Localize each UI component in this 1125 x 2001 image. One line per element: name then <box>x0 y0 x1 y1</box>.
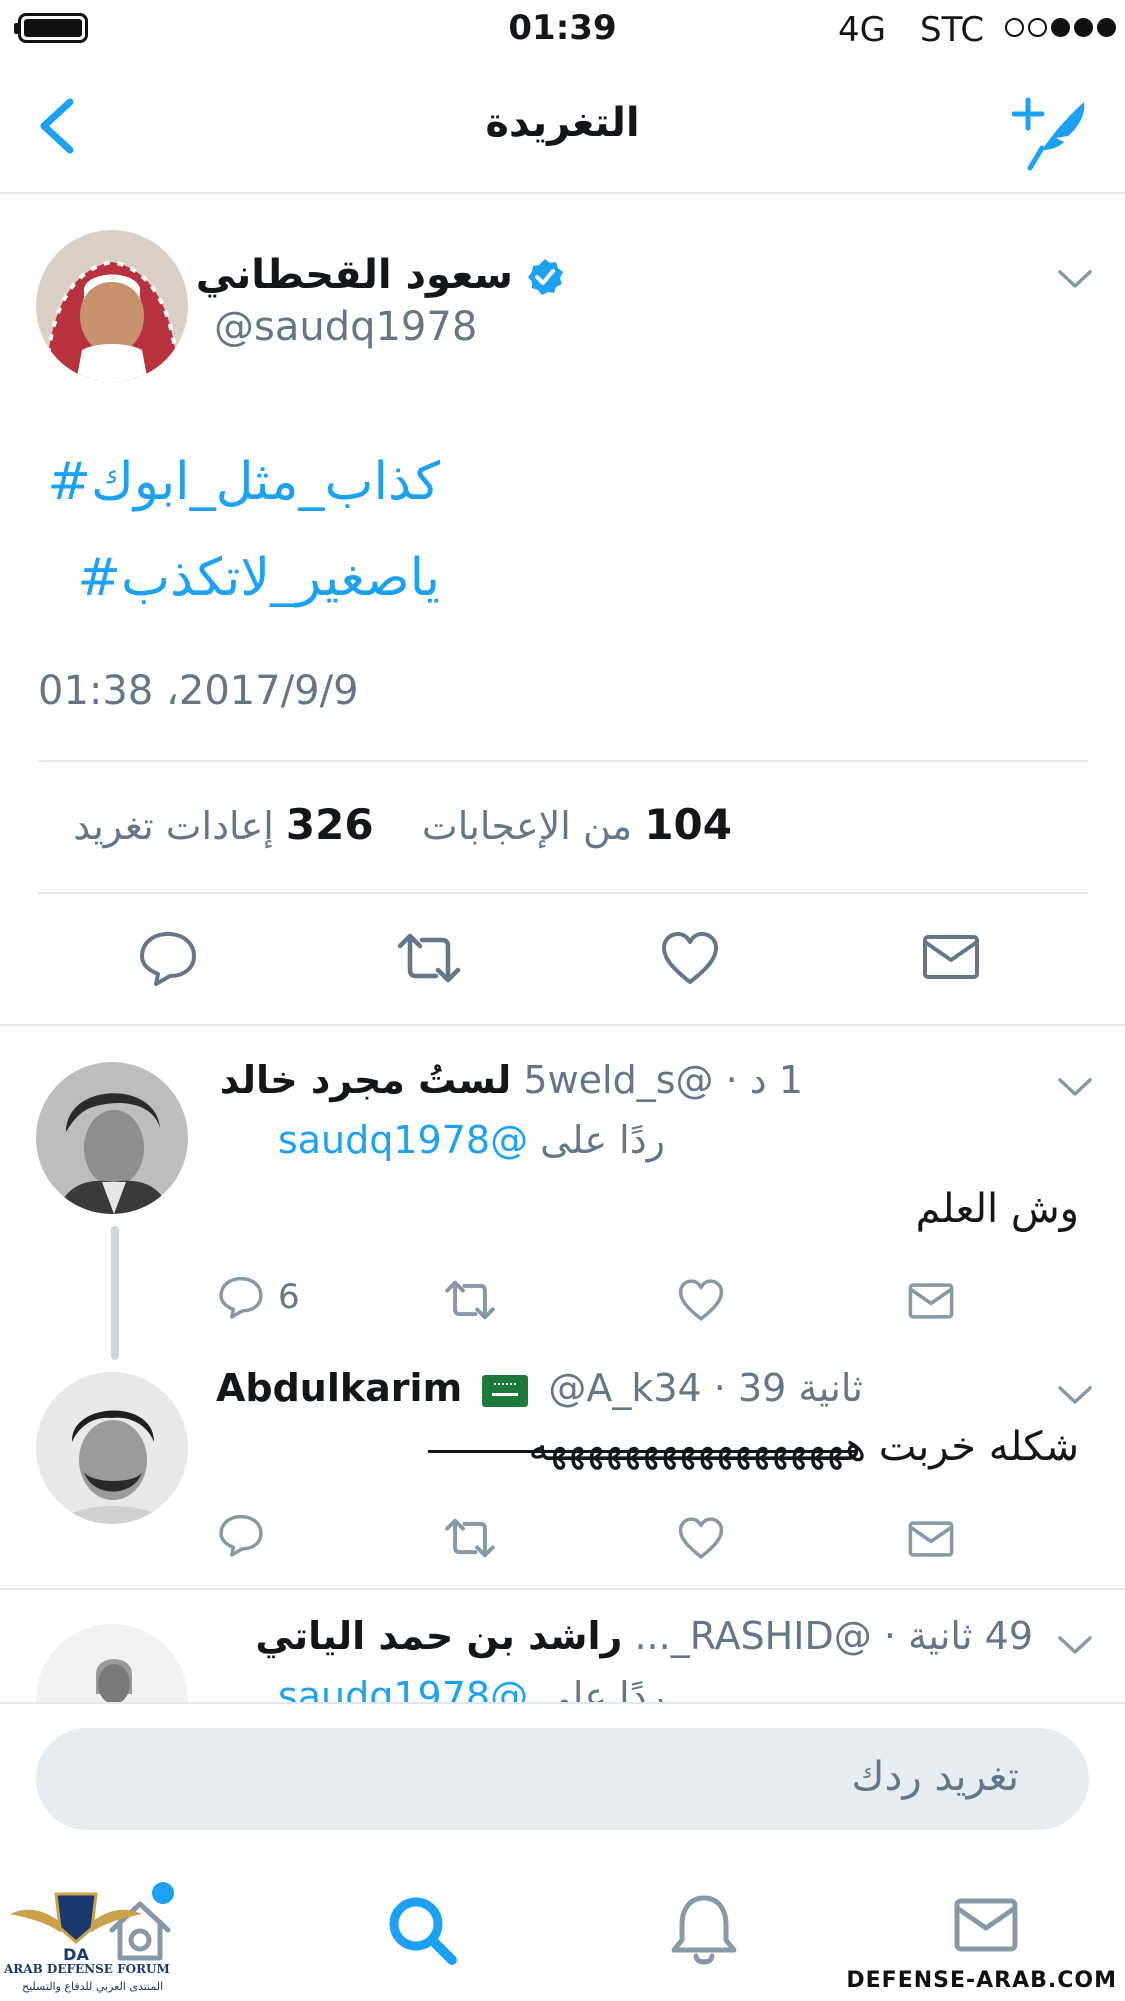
verified-badge-icon <box>525 257 565 297</box>
reply-icon <box>140 932 196 986</box>
tweet-options-button[interactable] <box>1056 1384 1094 1406</box>
tweet-options-button[interactable] <box>1056 268 1094 290</box>
reply-button[interactable]: 6 <box>218 1274 300 1320</box>
retweet-icon <box>397 933 461 983</box>
heart-icon <box>678 1279 724 1321</box>
network-type: 4G <box>838 10 886 50</box>
reply-author-name[interactable]: راشد بن حمد الياتي <box>255 1614 622 1658</box>
heart-icon <box>678 1517 724 1559</box>
signal-strength-icon <box>1005 18 1116 37</box>
reply-time: 1 د <box>749 1058 803 1102</box>
hashtag-link[interactable]: #كذاب_مثل_ابوك <box>47 452 440 512</box>
like-button[interactable] <box>660 930 720 986</box>
reply-to-label: ردًا على <box>540 1118 665 1162</box>
tweet-options-button[interactable] <box>1056 1634 1094 1656</box>
forum-subtitle: المنتدى العربي للدفاع والتسليح <box>22 1980 164 1993</box>
reply-header: 1 د · @5weld_s لستُ مجرد خالد <box>219 1058 803 1102</box>
chevron-down-icon <box>1058 1078 1092 1096</box>
divider <box>38 760 1088 762</box>
reply-icon <box>219 1276 263 1319</box>
reply-handle[interactable]: @A_k34 <box>548 1366 701 1410</box>
reply-clip-area: 49 ثانية · @RASHID_... راشد بن حمد اليات… <box>0 1590 1125 1702</box>
hashtag-link[interactable]: #ياصغير_لاتكذب <box>77 548 440 608</box>
tab-notifications[interactable] <box>666 1890 742 1970</box>
reply-header: 49 ثانية · @RASHID_... راشد بن حمد اليات… <box>255 1614 1033 1658</box>
reply-text: شكله خربت هههههههههههههههههه <box>528 1424 1079 1470</box>
reply-handle[interactable]: @5weld_s <box>523 1058 713 1102</box>
share-dm-button[interactable] <box>908 1520 954 1558</box>
strikethrough-line <box>428 1450 858 1453</box>
reply-author-name[interactable]: Abdulkarim <box>216 1366 462 1410</box>
carrier-name: STC <box>920 10 985 50</box>
compose-quill-icon <box>1012 97 1085 171</box>
flag-icon <box>482 1374 529 1407</box>
thread-connector <box>111 1226 119 1360</box>
retweet-icon <box>445 1518 495 1558</box>
bell-icon <box>671 1895 737 1965</box>
author-name[interactable]: سعود القحطاني <box>196 252 513 298</box>
retweets-label[interactable]: إعادات تغريد <box>73 804 274 848</box>
reply-to-handle[interactable]: @saudq1978 <box>278 1674 528 1702</box>
like-button[interactable] <box>677 1516 725 1560</box>
author-handle[interactable]: @saudq1978 <box>214 304 477 350</box>
author-avatar[interactable] <box>36 230 188 382</box>
reply-to-label: ردًا على <box>540 1674 665 1702</box>
retweet-icon <box>445 1280 495 1320</box>
divider <box>38 892 1088 894</box>
nav-divider <box>0 192 1125 194</box>
chevron-down-icon <box>1058 1636 1092 1654</box>
reply-button[interactable] <box>138 928 198 988</box>
tab-messages[interactable] <box>954 1898 1018 1952</box>
retweets-count[interactable]: 326 <box>286 800 374 849</box>
tweet-stats: 104 من الإعجابات 326 إعادات تغريد <box>73 800 732 849</box>
chevron-down-icon <box>1058 1386 1092 1404</box>
reply-avatar[interactable] <box>36 1624 188 1702</box>
reply-to-line: ردًا على @saudq1978 <box>278 1674 665 1702</box>
forum-watermark-logo: DA <box>6 1888 146 1964</box>
share-dm-button[interactable] <box>922 934 980 980</box>
tweet-timestamp: 01:38 ،2017/9/9 <box>38 668 359 714</box>
forum-name: ARAB DEFENSE FORUM <box>4 1962 170 1976</box>
compose-tweet-button[interactable] <box>1012 92 1092 172</box>
reply-count: 6 <box>278 1277 300 1317</box>
compose-placeholder: تغريد ردك <box>851 1754 1019 1800</box>
reply-avatar[interactable] <box>36 1372 188 1524</box>
search-icon <box>389 1897 457 1965</box>
reply-to-handle[interactable]: @saudq1978 <box>278 1118 528 1162</box>
reply-text: وش العلم <box>915 1186 1079 1232</box>
heart-icon <box>662 932 718 984</box>
reply-icon <box>219 1514 263 1557</box>
tab-search[interactable] <box>384 1892 460 1968</box>
divider <box>0 1024 1125 1026</box>
reply-time: 39 ثانية <box>737 1366 863 1410</box>
envelope-icon <box>908 1521 954 1557</box>
mail-icon <box>954 1898 1018 1952</box>
chevron-down-icon <box>1058 270 1092 288</box>
share-dm-button[interactable] <box>908 1282 954 1320</box>
tweet-options-button[interactable] <box>1056 1076 1094 1098</box>
reply-time: 49 ثانية <box>907 1614 1033 1658</box>
reply-button[interactable] <box>218 1512 264 1558</box>
page-title: التغريدة <box>485 100 640 146</box>
envelope-icon <box>923 935 979 979</box>
envelope-icon <box>908 1283 954 1319</box>
divider <box>0 1702 1125 1704</box>
reply-compose-field[interactable]: تغريد ردك <box>36 1728 1089 1830</box>
likes-label[interactable]: من الإعجابات <box>422 804 632 848</box>
retweet-button[interactable] <box>442 1516 498 1560</box>
reply-header: Abdulkarim @A_k34 · 39 ثانية <box>216 1366 863 1410</box>
watermark-url: DEFENSE-ARAB.COM <box>846 1968 1117 1993</box>
reply-to-line: ردًا على @saudq1978 <box>278 1118 665 1162</box>
home-notification-dot <box>152 1882 174 1904</box>
like-button[interactable] <box>677 1278 725 1322</box>
status-bar: 01:39 4G STC <box>0 0 1125 60</box>
reply-handle[interactable]: @RASHID_... <box>634 1614 871 1658</box>
reply-author-name[interactable]: لستُ مجرد خالد <box>220 1058 512 1102</box>
reply-avatar[interactable] <box>36 1062 188 1214</box>
likes-count[interactable]: 104 <box>644 800 732 849</box>
retweet-button[interactable] <box>442 1278 498 1322</box>
retweet-button[interactable] <box>394 930 464 986</box>
